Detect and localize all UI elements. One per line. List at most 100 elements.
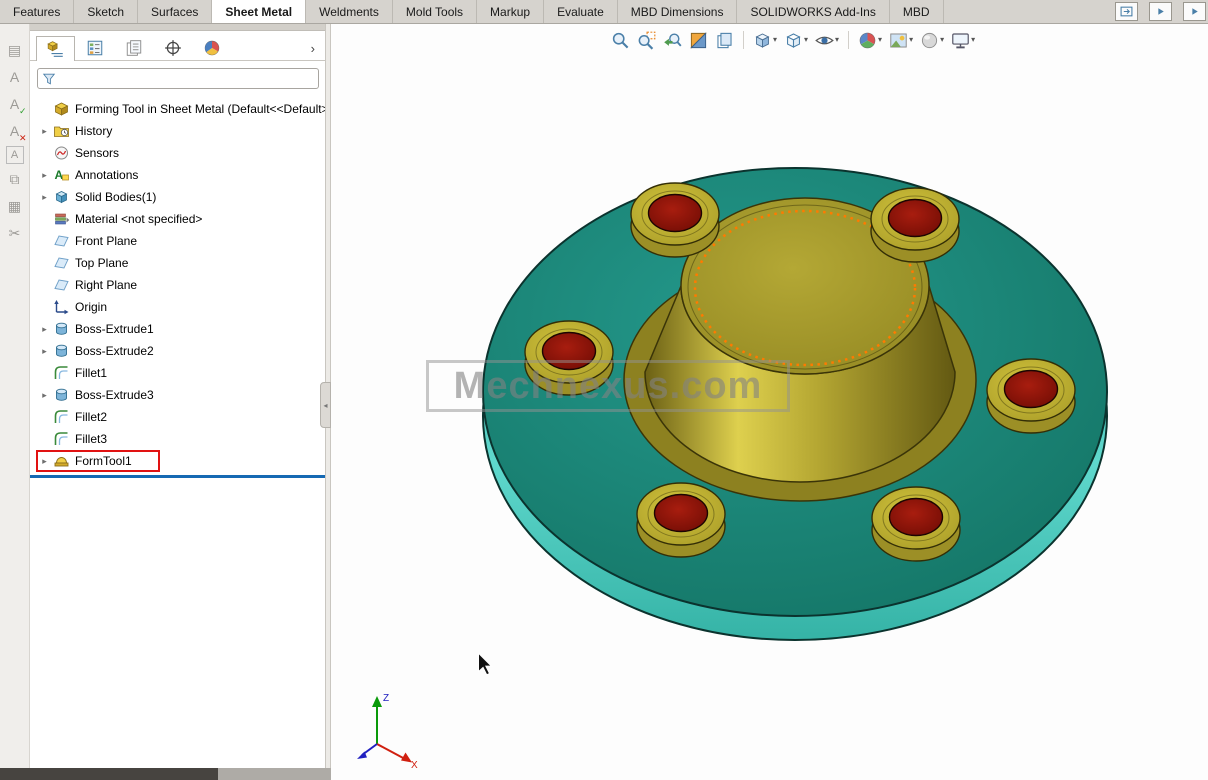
bolt-boss-1[interactable] [631, 183, 719, 257]
tab-weldments[interactable]: Weldments [306, 0, 393, 23]
tree-item-material[interactable]: Material <not specified> [30, 208, 325, 230]
tree-item-origin[interactable]: Origin [30, 296, 325, 318]
expand-arrow-icon[interactable]: ▸ [38, 456, 51, 467]
taskbar-fragment [0, 768, 218, 780]
image-stamp-icon[interactable]: ▤ [3, 38, 27, 62]
tab-configurationmanager[interactable] [114, 35, 153, 60]
dropdown-caret-icon[interactable]: ▾ [940, 36, 944, 44]
tab-mbd[interactable]: MBD [890, 0, 944, 23]
tab-markup[interactable]: Markup [477, 0, 544, 23]
previous-view-button[interactable] [663, 31, 682, 50]
expand-pane-button-2[interactable] [1183, 2, 1206, 21]
dimxpertmanager-icon [164, 39, 182, 57]
material-icon [53, 211, 70, 227]
tree-item-formtool1[interactable]: ▸ FormTool1 [30, 450, 325, 472]
dropdown-caret-icon[interactable]: ▾ [773, 36, 777, 44]
expand-arrow-icon[interactable]: ▸ [38, 324, 51, 335]
tab-featuremanager-design-tree[interactable] [36, 36, 75, 61]
tree-root-part[interactable]: Forming Tool in Sheet Metal (Default<<De… [30, 98, 325, 120]
tree-item-boss-extrude1[interactable]: ▸ Boss-Extrude1 [30, 318, 325, 340]
tree-item-top-plane[interactable]: Top Plane [30, 252, 325, 274]
hide-show-items-button[interactable]: ▾ [815, 31, 839, 50]
collapse-ribbon-button[interactable] [1115, 2, 1138, 21]
bolt-boss-2[interactable] [871, 188, 959, 262]
tab-evaluate[interactable]: Evaluate [544, 0, 618, 23]
dropdown-caret-icon[interactable]: ▾ [909, 36, 913, 44]
tab-displaymanager[interactable] [192, 35, 231, 60]
panel-scrollbar-track[interactable] [218, 768, 331, 780]
panel-collapse-handle[interactable]: ◂ [320, 382, 331, 428]
zoom-to-area-button[interactable] [637, 31, 656, 50]
tree-item-solid-bodies[interactable]: ▸ Solid Bodies(1) [30, 186, 325, 208]
expand-arrow-icon[interactable]: ▸ [38, 170, 51, 181]
tree-item-history[interactable]: ▸ History [30, 120, 325, 142]
tree-item-annotations[interactable]: ▸ Annotations [30, 164, 325, 186]
text-note-icon[interactable]: A [3, 65, 27, 89]
tab-propertymanager[interactable] [75, 35, 114, 60]
triad-x-label: X [411, 760, 418, 770]
view-orientation-button[interactable]: ▾ [753, 31, 777, 50]
bolt-boss-5[interactable] [637, 483, 725, 557]
main-area: ▤ A A✓ A✕ A ⧉ ▦ ✂ › [0, 24, 1208, 780]
zoom-to-area-icon [637, 31, 656, 50]
rollback-bar[interactable] [30, 475, 325, 478]
tab-mbd-dimensions[interactable]: MBD Dimensions [618, 0, 738, 23]
tree-item-boss-extrude2[interactable]: ▸ Boss-Extrude2 [30, 340, 325, 362]
tree-item-sensors[interactable]: Sensors [30, 142, 325, 164]
zoom-to-fit-icon [611, 31, 630, 50]
tab-mold-tools[interactable]: Mold Tools [393, 0, 477, 23]
edit-appearance-button[interactable]: ▾ [858, 31, 882, 50]
boss-extrude-icon [53, 343, 70, 359]
tree-item-fillet3[interactable]: Fillet3 [30, 428, 325, 450]
panel-drag-bar[interactable] [30, 24, 325, 31]
tree-item-fillet2[interactable]: Fillet2 [30, 406, 325, 428]
tree-item-right-plane[interactable]: Right Plane [30, 274, 325, 296]
plane-icon [53, 277, 70, 293]
reject-mark-icon[interactable]: A✕ [3, 119, 27, 143]
display-style-icon [784, 31, 803, 50]
bolt-boss-4[interactable] [987, 359, 1075, 433]
feature-tree-filter-input[interactable] [60, 71, 314, 87]
tab-solidworks-add-ins[interactable]: SOLIDWORKS Add-Ins [737, 0, 889, 23]
boxed-text-icon[interactable]: A [6, 146, 24, 164]
tree-item-fillet1[interactable]: Fillet1 [30, 362, 325, 384]
dropdown-caret-icon[interactable]: ▾ [971, 36, 975, 44]
feature-manager-tabs: › [30, 31, 325, 61]
apply-scene-button[interactable]: ▾ [889, 31, 913, 50]
tab-surfaces[interactable]: Surfaces [138, 0, 212, 23]
expand-arrow-icon[interactable]: ▸ [38, 390, 51, 401]
section-view-button[interactable] [689, 31, 708, 50]
expand-arrow-icon[interactable]: ▸ [38, 192, 51, 203]
camera-views-button[interactable]: ▾ [951, 31, 975, 50]
display-style-button[interactable]: ▾ [784, 31, 808, 50]
graphics-area[interactable]: ▾ ▾ ▾ ▾ ▾ ▾ [331, 24, 1208, 780]
tab-sheet-metal[interactable]: Sheet Metal [212, 0, 306, 23]
tree-item-boss-extrude3[interactable]: ▸ Boss-Extrude3 [30, 384, 325, 406]
dropdown-caret-icon[interactable]: ▾ [878, 36, 882, 44]
cut-tool-icon[interactable]: ✂ [3, 221, 27, 245]
panel-tabs-overflow-chevron[interactable]: › [311, 41, 321, 60]
propertymanager-icon [86, 39, 104, 57]
expand-arrow-icon[interactable]: ▸ [38, 346, 51, 357]
view-settings-button[interactable]: ▾ [920, 31, 944, 50]
tab-sketch[interactable]: Sketch [74, 0, 138, 23]
tab-features[interactable]: Features [0, 0, 74, 23]
approve-check-icon[interactable]: A✓ [3, 92, 27, 116]
tab-dimxpertmanager[interactable] [153, 35, 192, 60]
tree-item-front-plane[interactable]: Front Plane [30, 230, 325, 252]
3d-drawing-view-button[interactable] [715, 31, 734, 50]
feature-tree: Forming Tool in Sheet Metal (Default<<De… [30, 92, 325, 478]
3d-drawing-view-icon [715, 31, 734, 50]
watermark-text: Mechnexus.com [426, 360, 790, 412]
expand-arrow-icon[interactable]: ▸ [38, 126, 51, 137]
grid-component-icon[interactable]: ▦ [3, 194, 27, 218]
bolt-boss-6[interactable] [872, 487, 960, 561]
clipboard-icon[interactable]: ⧉ [3, 167, 27, 191]
zoom-to-fit-button[interactable] [611, 31, 630, 50]
tree-root-label: Forming Tool in Sheet Metal (Default<<De… [72, 102, 335, 116]
hide-show-items-icon [815, 31, 834, 50]
dropdown-caret-icon[interactable]: ▾ [804, 36, 808, 44]
expand-pane-button[interactable] [1149, 2, 1172, 21]
configurationmanager-icon [125, 39, 143, 57]
dropdown-caret-icon[interactable]: ▾ [835, 36, 839, 44]
